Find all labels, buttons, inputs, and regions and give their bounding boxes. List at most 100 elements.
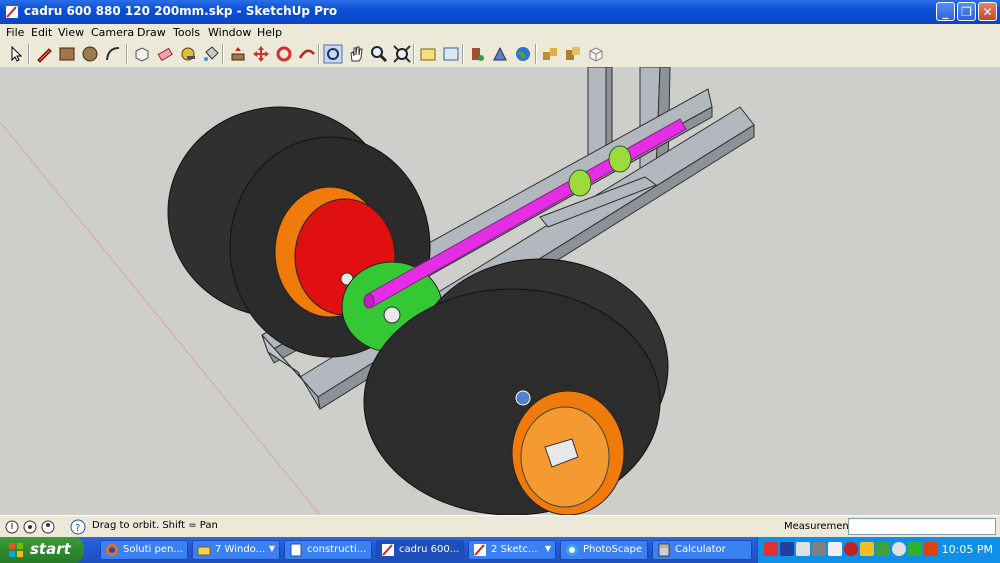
make-component-icon[interactable]: [132, 44, 152, 64]
clock-app-icon[interactable]: [892, 542, 906, 556]
status-hint: Drag to orbit. Shift = Pan: [92, 520, 218, 531]
start-label: start: [30, 540, 71, 558]
toolbar-separator: [462, 44, 464, 64]
sketchup-app-icon: [6, 6, 18, 18]
download-icon[interactable]: [924, 542, 938, 556]
task-folder[interactable]: 7 Windo... ▼: [192, 540, 280, 560]
minimize-button[interactable]: _: [936, 2, 955, 21]
arc-icon[interactable]: [103, 44, 123, 64]
main-toolbar: [0, 41, 1000, 68]
model-drawing: [0, 67, 1000, 515]
share-model-icon[interactable]: [441, 44, 461, 64]
google-earth-icon[interactable]: [513, 44, 533, 64]
update-icon[interactable]: [876, 542, 890, 556]
sync-icon[interactable]: [908, 542, 922, 556]
task-firefox[interactable]: Soluti pen...: [100, 540, 188, 560]
orbit-icon[interactable]: [323, 44, 343, 64]
document-icon: [290, 543, 302, 557]
windows-logo-icon: [9, 543, 23, 557]
status-bar: ? Drag to orbit. Shift = Pan Measurement…: [0, 515, 1000, 538]
messenger-icon[interactable]: [796, 542, 810, 556]
menu-draw[interactable]: Draw: [137, 26, 166, 39]
task-label: PhotoScape: [583, 544, 642, 555]
firefox-icon: [106, 544, 118, 556]
styles-icon[interactable]: [563, 44, 583, 64]
toolbar-separator: [222, 44, 224, 64]
close-button[interactable]: ✕: [978, 2, 997, 21]
photoscape-icon: [566, 544, 578, 556]
antivirus-icon[interactable]: [764, 542, 778, 556]
clock[interactable]: 10:05 PM: [942, 543, 993, 556]
rectangle-icon[interactable]: [57, 44, 77, 64]
task-label: Soluti pen...: [123, 544, 183, 555]
menu-camera[interactable]: Camera: [91, 26, 134, 39]
paint-bucket-icon[interactable]: [201, 44, 221, 64]
rotate-icon[interactable]: [274, 44, 294, 64]
credits-icon[interactable]: [22, 519, 38, 535]
geo-location-icon[interactable]: [4, 519, 20, 535]
maximize-button[interactable]: ❐: [957, 2, 976, 21]
volume-icon[interactable]: [812, 542, 826, 556]
toolbar-separator: [413, 44, 415, 64]
menu-edit[interactable]: Edit: [31, 26, 52, 39]
measurements-label: Measurements: [784, 521, 858, 532]
chevron-down-icon: ▼: [268, 544, 275, 553]
task-calculator[interactable]: Calculator: [652, 540, 752, 560]
pencil-icon[interactable]: [34, 44, 54, 64]
task-label: cadru 600...: [399, 544, 460, 555]
zoom-icon[interactable]: [369, 44, 389, 64]
task-label: 2 Sketc...: [491, 544, 538, 555]
task-label: Calculator: [675, 544, 726, 555]
model-viewport[interactable]: [0, 67, 1000, 515]
menu-tools[interactable]: Tools: [173, 26, 200, 39]
follow-me-icon[interactable]: [297, 44, 317, 64]
task-label: 7 Windo...: [215, 544, 266, 555]
menu-bar: File Edit View Camera Draw Tools Window …: [0, 24, 1000, 41]
toolbar-separator: [535, 44, 537, 64]
photo-textures-icon[interactable]: [490, 44, 510, 64]
folder-icon: [197, 546, 211, 556]
get-models-icon[interactable]: [467, 44, 487, 64]
orbit-cursor-icon: [515, 390, 531, 406]
svg-text:?: ?: [75, 523, 80, 534]
user-icon[interactable]: [40, 519, 56, 535]
menu-help[interactable]: Help: [257, 26, 282, 39]
warehouse-icon[interactable]: [418, 44, 438, 64]
record-icon[interactable]: [844, 542, 858, 556]
sketchup-icon: [474, 544, 486, 556]
taskbar: start Soluti pen... 7 Windo... ▼ constru…: [0, 537, 1000, 563]
toolbar-separator: [28, 44, 30, 64]
cube-icon[interactable]: [586, 44, 606, 64]
circle-icon[interactable]: [80, 44, 100, 64]
window-title: cadru 600 880 120 200mm.skp - SketchUp P…: [24, 4, 338, 18]
tape-measure-icon[interactable]: [178, 44, 198, 64]
title-bar: cadru 600 880 120 200mm.skp - SketchUp P…: [0, 0, 1000, 24]
select-icon[interactable]: [6, 44, 26, 64]
display-icon[interactable]: [828, 542, 842, 556]
task-sketchup-group[interactable]: 2 Sketc... ▼: [468, 540, 556, 560]
warning-icon[interactable]: [860, 542, 874, 556]
toolbar-separator: [318, 44, 320, 64]
start-button[interactable]: start: [0, 537, 84, 563]
task-photoscape[interactable]: PhotoScape: [560, 540, 648, 560]
menu-file[interactable]: File: [6, 26, 24, 39]
eraser-icon[interactable]: [155, 44, 175, 64]
pan-icon[interactable]: [346, 44, 366, 64]
push-pull-icon[interactable]: [228, 44, 248, 64]
menu-view[interactable]: View: [58, 26, 84, 39]
task-label: constructi...: [307, 544, 367, 555]
toolbar-separator: [126, 44, 128, 64]
calculator-icon: [658, 543, 670, 557]
network-icon[interactable]: [780, 542, 794, 556]
system-tray: 10:05 PM: [757, 537, 1000, 563]
menu-window[interactable]: Window: [208, 26, 251, 39]
chevron-down-icon: ▼: [544, 544, 551, 553]
zoom-extents-icon[interactable]: [392, 44, 412, 64]
measurements-field[interactable]: [848, 518, 996, 535]
task-sketchup-active[interactable]: cadru 600...: [376, 540, 464, 560]
sketchup-icon: [382, 544, 394, 556]
help-icon[interactable]: ?: [70, 519, 86, 535]
task-document[interactable]: constructi...: [284, 540, 372, 560]
components-icon[interactable]: [540, 44, 560, 64]
move-icon[interactable]: [251, 44, 271, 64]
